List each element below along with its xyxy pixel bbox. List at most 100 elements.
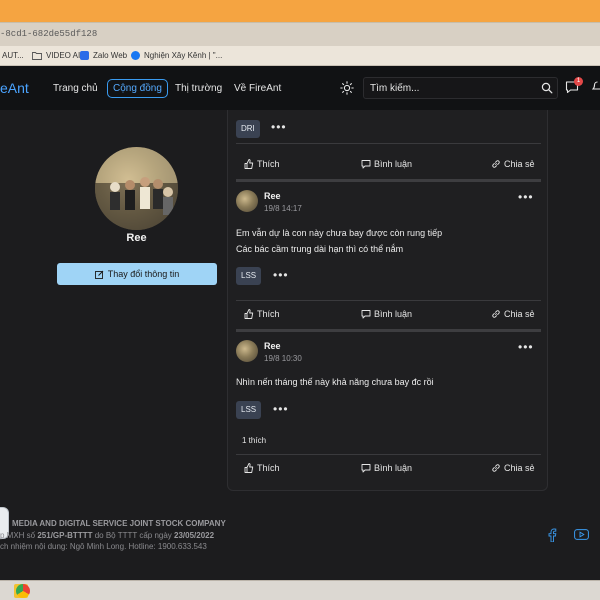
comment-button[interactable]: Bình luận (361, 309, 412, 319)
search-placeholder: Tìm kiếm... (370, 83, 420, 94)
post-time: 19/8 14:17 (264, 204, 302, 213)
like-button[interactable]: Thích (244, 309, 280, 319)
more-options-icon[interactable]: ••• (273, 403, 289, 415)
nav-item-market[interactable]: Thị trường (170, 79, 227, 98)
post-body: Em vẫn dự là con này chưa bay được còn r… (236, 225, 442, 257)
post-text-line: Em vẫn dự là con này chưa bay được còn r… (236, 228, 443, 238)
comment-label: Bình luận (374, 159, 413, 169)
post-actions: Thích Bình luận Chia sẻ (236, 155, 541, 175)
bookmark-label: VIDEO AI (46, 51, 81, 60)
divider (236, 143, 541, 144)
nav-item-about[interactable]: Về FireAnt (229, 79, 286, 98)
more-options-icon[interactable]: ••• (518, 191, 534, 203)
link-icon (492, 160, 500, 168)
more-options-icon[interactable]: ••• (271, 121, 287, 133)
share-label: Chia sẻ (504, 309, 535, 319)
footer-license-date: 23/05/2022 (174, 531, 215, 540)
profile-name: Ree (126, 232, 147, 244)
notification-badge: 1 (574, 77, 583, 86)
bookmark-label: Nghiện Xây Kênh | "... (144, 51, 223, 60)
footer-license-mid: do Bộ TTTT cấp ngày (94, 531, 172, 540)
edit-profile-label: Thay đổi thông tin (107, 269, 180, 279)
comment-button[interactable]: Bình luận (361, 463, 412, 473)
page-content: Ree Thay đổi thông tin DRI ••• Thích Bìn… (0, 110, 600, 580)
author-avatar[interactable] (236, 190, 258, 212)
os-taskbar (0, 580, 600, 600)
comment-label: Bình luận (374, 463, 413, 473)
post-author[interactable]: Ree (264, 341, 281, 351)
bookmarks-bar: AUT... VIDEO AI Zalo Web Nghiện Xây Kênh… (0, 46, 600, 66)
search-input[interactable]: Tìm kiếm... (363, 77, 558, 99)
facebook-icon (131, 51, 140, 60)
stock-tag[interactable]: LSS (236, 401, 262, 419)
post-text-line: Nhìn nến tháng thế này khả năng chưa bay… (236, 377, 434, 387)
thumbs-up-icon (244, 463, 254, 473)
post-actions: Thích Bình luận Chia sẻ (236, 459, 541, 479)
post-divider (236, 329, 541, 332)
stock-tag[interactable]: DRI (236, 120, 260, 138)
post-divider (236, 179, 541, 182)
like-count[interactable]: 1 thích (242, 436, 266, 445)
like-label: Thích (257, 463, 280, 473)
avatar-photo (95, 147, 178, 230)
like-button[interactable]: Thích (244, 159, 280, 169)
nav-item-community[interactable]: Cộng đồng (107, 79, 168, 98)
bell-icon[interactable] (592, 80, 600, 92)
bookmark-item[interactable]: Zalo Web (80, 51, 127, 60)
comment-button[interactable]: Bình luận (361, 159, 412, 169)
profile-avatar (95, 147, 178, 230)
like-button[interactable]: Thích (244, 463, 280, 473)
url-text[interactable]: -8cd1-682de55df128 (0, 29, 97, 39)
comment-label: Bình luận (374, 309, 413, 319)
edit-icon (94, 270, 104, 279)
nav-item-home[interactable]: Trang chủ (48, 79, 103, 98)
footer-license: p MXH số 251/GP-BTTTT do Bộ TTTT cấp ngà… (0, 531, 214, 540)
youtube-icon[interactable] (574, 529, 589, 540)
bookmark-item[interactable]: AUT... (2, 51, 24, 60)
footer-company: MEDIA AND DIGITAL SERVICE JOINT STOCK CO… (12, 519, 226, 528)
bookmark-item[interactable]: Nghiện Xây Kênh | "... (131, 51, 222, 60)
top-navbar: eAnt Trang chủ Cộng đồng Thị trường Về F… (0, 66, 600, 110)
divider (236, 454, 541, 455)
like-label: Thích (257, 159, 280, 169)
post-actions: Thích Bình luận Chia sẻ (236, 305, 541, 325)
comment-icon (361, 310, 371, 319)
bookmark-item[interactable]: VIDEO AI (32, 51, 80, 60)
theme-toggle-sun-icon[interactable] (340, 81, 354, 95)
comment-icon (361, 160, 371, 169)
folder-icon (32, 52, 42, 60)
zalo-icon (80, 51, 89, 60)
share-button[interactable]: Chia sẻ (491, 463, 535, 473)
post-time: 19/8 10:30 (264, 354, 302, 363)
search-icon[interactable] (541, 82, 553, 94)
more-options-icon[interactable]: ••• (518, 341, 534, 353)
chrome-icon[interactable] (16, 584, 30, 598)
post-text-line: Các bác cầm trung dài hạn thì có thể nắm (236, 244, 404, 254)
bookmark-label: AUT... (2, 51, 24, 60)
post-feed: DRI ••• Thích Bình luận Chia sẻ Ree 19/8… (227, 110, 548, 491)
footer-license-prefix: p MXH số (0, 531, 36, 540)
bookmark-label: Zalo Web (93, 51, 128, 60)
thumbs-up-icon (244, 159, 254, 169)
footer-license-number: 251/GP-BTTTT (37, 531, 93, 540)
share-button[interactable]: Chia sẻ (491, 309, 535, 319)
share-label: Chia sẻ (504, 159, 535, 169)
browser-title-bar (0, 0, 600, 22)
link-icon (492, 310, 500, 318)
author-avatar[interactable] (236, 340, 258, 362)
facebook-icon[interactable] (547, 528, 557, 542)
more-options-icon[interactable]: ••• (273, 269, 289, 281)
post-body: Nhìn nến tháng thế này khả năng chưa bay… (236, 374, 434, 390)
address-bar[interactable]: -8cd1-682de55df128 (0, 22, 600, 46)
share-label: Chia sẻ (504, 463, 535, 473)
stock-tag[interactable]: LSS (236, 267, 262, 285)
link-icon (492, 464, 500, 472)
site-logo[interactable]: eAnt (0, 80, 29, 96)
post-author[interactable]: Ree (264, 191, 281, 201)
like-label: Thích (257, 309, 280, 319)
footer-responsible: ch nhiệm nội dung: Ngô Minh Long. Hotlin… (0, 542, 207, 551)
comment-icon (361, 464, 371, 473)
edit-profile-button[interactable]: Thay đổi thông tin (57, 263, 217, 285)
share-button[interactable]: Chia sẻ (491, 159, 535, 169)
divider (236, 300, 541, 301)
